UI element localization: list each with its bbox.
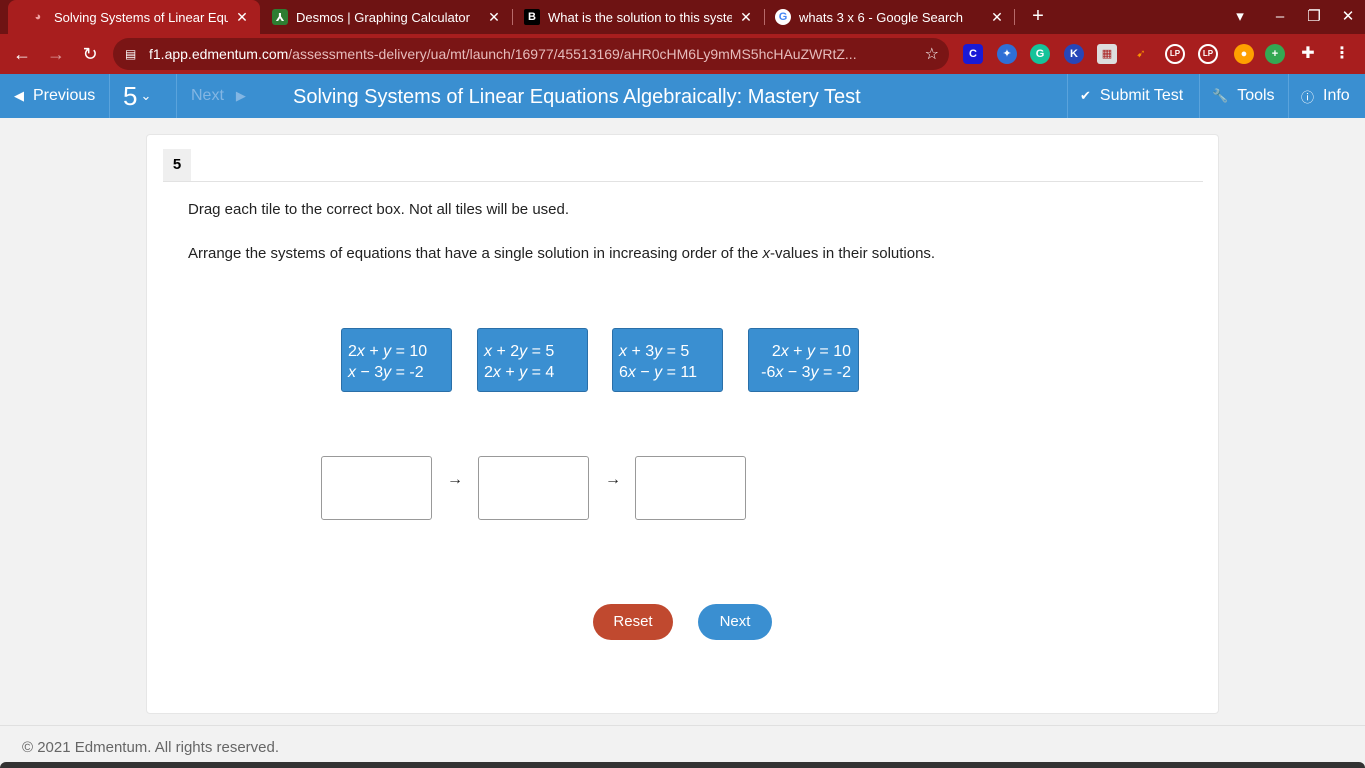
close-tab-icon[interactable]: ✕: [486, 9, 502, 26]
submit-label: Submit Test: [1099, 87, 1184, 104]
address-bar[interactable]: ▤ f1.app.edmentum.com /assessments-deliv…: [113, 38, 949, 70]
instruction-text: Arrange the systems of equations that ha…: [188, 245, 763, 262]
desmos-icon: ⅄: [272, 9, 288, 25]
extensions-puzzle-icon[interactable]: ✚: [1298, 44, 1318, 64]
browser-toolbar: ← → ↻ ▤ f1.app.edmentum.com /assessments…: [0, 34, 1365, 74]
copyright-text: © 2021 Edmentum. All rights reserved.: [22, 739, 280, 756]
question-selector[interactable]: 5 ⌄: [110, 74, 177, 118]
instruction-arrange: Arrange the systems of equations that ha…: [188, 245, 935, 262]
extension-c-icon[interactable]: C: [963, 44, 983, 64]
drop-box-1[interactable]: [321, 456, 432, 520]
extension-on-icon[interactable]: ●: [1234, 44, 1254, 64]
tab-title: Desmos | Graphing Calculator: [296, 9, 470, 25]
browser-tab-brainly[interactable]: B What is the solution to this syste ✕: [502, 0, 764, 34]
equation-tile[interactable]: 2x + y = 10 x − 3y = -2: [341, 328, 452, 392]
equation-tile[interactable]: x + 3y = 5 6x − y = 11: [612, 328, 723, 392]
info-button[interactable]: ⓘ Info: [1288, 74, 1365, 118]
next-header-button[interactable]: Next ▶: [177, 74, 267, 118]
tile-equation-2: 2x + y = 4: [484, 364, 555, 381]
previous-label: Previous: [33, 87, 96, 104]
equation-tile[interactable]: x + 2y = 5 2x + y = 4: [477, 328, 588, 392]
new-tab-icon[interactable]: +: [1026, 4, 1050, 28]
extension-plus-icon[interactable]: +: [1265, 44, 1285, 64]
tab-title: What is the solution to this syste: [548, 9, 732, 25]
tile-equation-1: 2x + y = 10: [771, 343, 851, 360]
extension-puzzle-blue-icon[interactable]: ✦: [997, 44, 1017, 64]
forward-icon[interactable]: →: [42, 40, 70, 68]
tile-equation-2: x − 3y = -2: [348, 364, 424, 381]
browser-menu-icon[interactable]: ⋮: [1332, 44, 1352, 64]
instruction-variable: x: [762, 245, 771, 262]
info-icon: ⓘ: [1301, 89, 1315, 105]
app-header: ◀ Previous 5 ⌄ Next ▶ Solving Systems of…: [0, 74, 1365, 118]
grammarly-icon[interactable]: G: [1030, 44, 1050, 64]
extension-lp2-icon[interactable]: LP: [1198, 44, 1218, 64]
question-number-badge: 5: [163, 149, 191, 181]
wrench-icon: 🔧: [1212, 88, 1229, 103]
close-tab-icon[interactable]: ✕: [234, 9, 250, 26]
brainly-icon: B: [524, 9, 540, 25]
extension-arrow-icon[interactable]: ➹: [1131, 44, 1151, 64]
close-tab-icon[interactable]: ✕: [738, 9, 754, 26]
back-icon[interactable]: ←: [8, 40, 36, 68]
equation-tile[interactable]: 2x + y = 10 -6x − 3y = -2: [748, 328, 859, 392]
info-label: Info: [1323, 87, 1350, 104]
drop-box-3[interactable]: [635, 456, 746, 520]
extension-box-icon[interactable]: ▦: [1097, 44, 1117, 64]
page-title: Solving Systems of Linear Equations Alge…: [293, 86, 861, 108]
reload-icon[interactable]: ↻: [76, 40, 104, 68]
url-host: f1.app.edmentum.com: [149, 46, 289, 62]
next-label: Next: [191, 87, 224, 104]
browser-tab-desmos[interactable]: ⅄ Desmos | Graphing Calculator ✕: [250, 0, 512, 34]
previous-button[interactable]: ◀ Previous: [0, 74, 110, 118]
question-card: 5 Drag each tile to the correct box. Not…: [146, 134, 1219, 714]
next-button[interactable]: Next: [698, 604, 772, 640]
circle-arrow-left-icon: ◀: [14, 88, 24, 103]
tile-equation-1: x + 3y = 5: [619, 343, 690, 360]
bottom-bar: [0, 762, 1365, 768]
tab-title: whats 3 x 6 - Google Search: [799, 9, 964, 25]
minimize-icon[interactable]: –: [1263, 0, 1297, 34]
circle-arrow-right-icon: ▶: [235, 88, 246, 103]
check-circle-icon: ✔: [1080, 88, 1091, 103]
close-window-icon[interactable]: ✕: [1331, 0, 1365, 34]
tab-divider: [1014, 9, 1015, 25]
google-icon: G: [775, 9, 791, 25]
browser-tab-edmentum[interactable]: ◕ Solving Systems of Linear Equatio ✕: [8, 0, 260, 34]
tools-button[interactable]: 🔧 Tools: [1199, 74, 1288, 118]
arrow-right: →: [447, 471, 463, 488]
extension-k-icon[interactable]: K: [1064, 44, 1084, 64]
divider: [163, 181, 1203, 182]
chevron-down-icon: ⌄: [140, 88, 152, 103]
question-number: 5: [123, 80, 138, 111]
restore-icon[interactable]: ❐: [1297, 0, 1331, 34]
browser-tab-strip: ◕ Solving Systems of Linear Equatio ✕ ⅄ …: [0, 0, 1365, 34]
bookmark-star-icon[interactable]: ☆: [925, 44, 939, 64]
url-path: /assessments-delivery/ua/mt/launch/16977…: [288, 46, 857, 62]
extension-lp-icon[interactable]: LP: [1165, 44, 1185, 64]
arrow-right: →: [605, 471, 621, 488]
tab-title: Solving Systems of Linear Equatio: [54, 9, 228, 25]
browser-tab-google[interactable]: G whats 3 x 6 - Google Search ✕: [753, 0, 1015, 34]
submit-test-button[interactable]: ✔ Submit Test: [1067, 74, 1199, 118]
tile-equation-1: 2x + y = 10: [348, 343, 428, 360]
site-info-icon[interactable]: ▤: [125, 47, 149, 61]
tile-equation-2: 6x − y = 11: [619, 364, 697, 381]
tile-equation-1: x + 2y = 5: [484, 343, 555, 360]
close-tab-icon[interactable]: ✕: [989, 9, 1005, 26]
drop-box-2[interactable]: [478, 456, 589, 520]
instruction-text: -values in their solutions.: [770, 245, 936, 262]
edmentum-icon: ◕: [34, 11, 42, 23]
instruction-drag: Drag each tile to the correct box. Not a…: [188, 201, 570, 218]
tile-equation-2: -6x − 3y = -2: [761, 364, 851, 381]
tools-label: Tools: [1237, 87, 1275, 104]
tab-search-icon[interactable]: ▾: [1223, 0, 1257, 34]
reset-button[interactable]: Reset: [593, 604, 673, 640]
